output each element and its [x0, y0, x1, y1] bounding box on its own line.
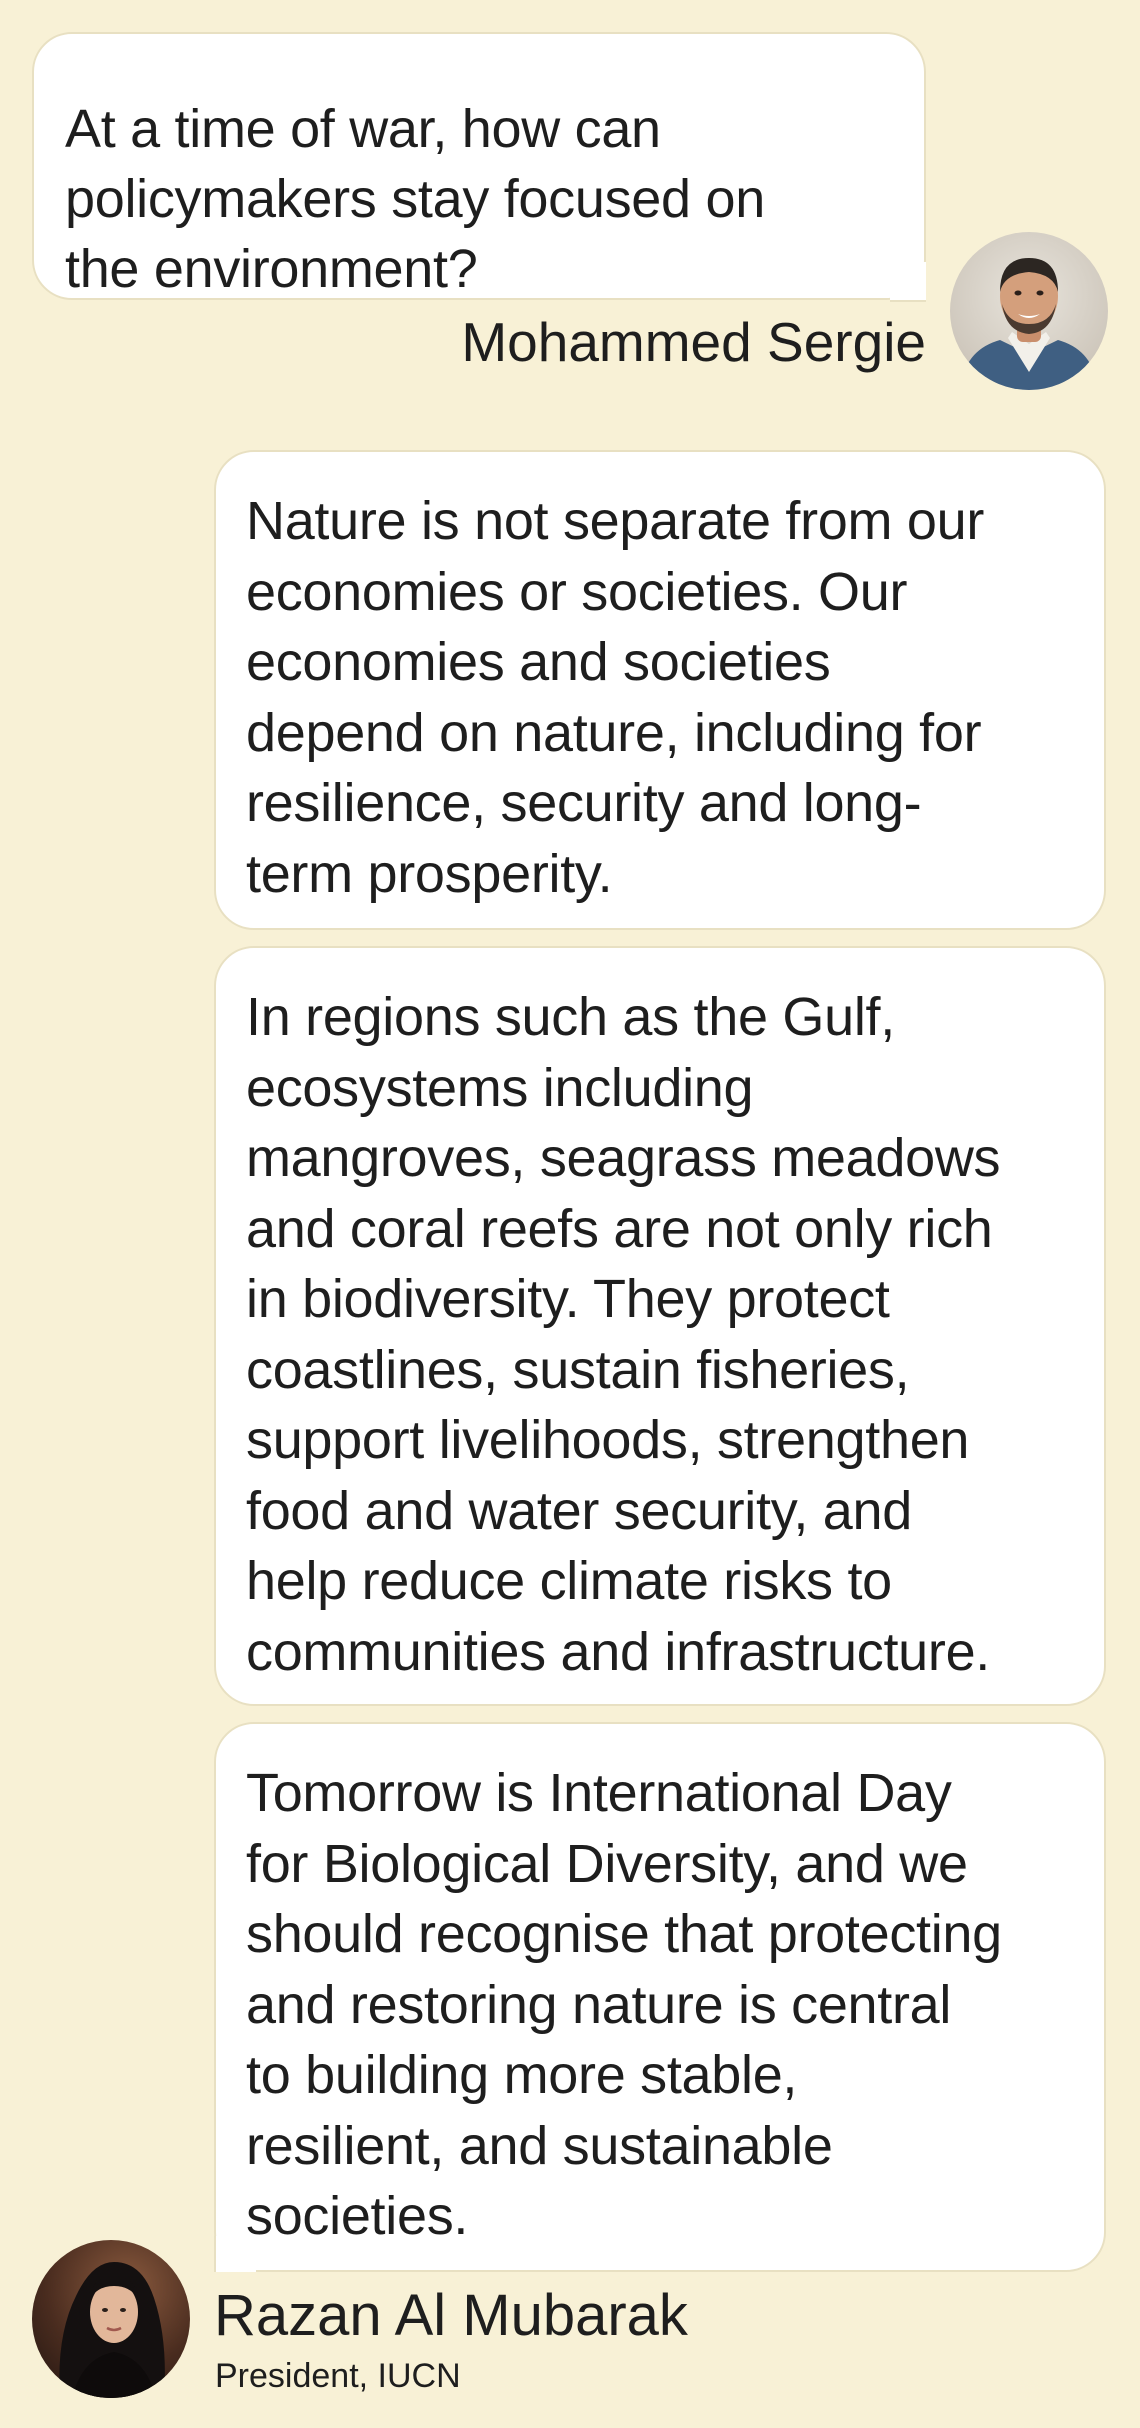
mohammed-sergie-avatar [950, 232, 1108, 390]
person-icon [960, 258, 1098, 390]
question-author-name: Mohammed Sergie [461, 311, 926, 373]
person-icon [59, 2262, 165, 2398]
razan-al-mubarak-avatar [32, 2240, 190, 2398]
answer-bubble-2: In regions such as the Gulf, ecosystems … [214, 946, 1106, 1706]
responder-name: Razan Al Mubarak [214, 2283, 688, 2348]
answer-bubble-tail [214, 2236, 256, 2272]
responder-title: President, IUCN [215, 2357, 461, 2395]
question-bubble: At a time of war, how can policymakers s… [32, 32, 926, 300]
question-bubble-tail [890, 262, 926, 302]
answer-bubble-1: Nature is not separate from our economie… [214, 450, 1106, 930]
answer-bubble-3: Tomorrow is International Day for Biolog… [214, 1722, 1106, 2272]
